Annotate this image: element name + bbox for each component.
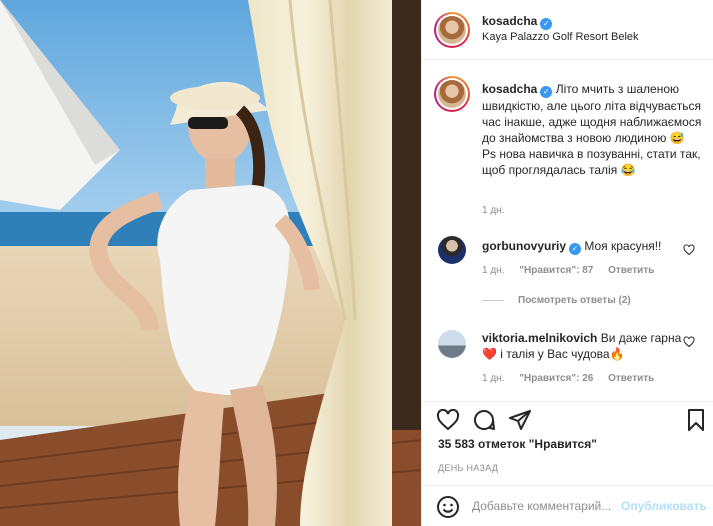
comment-time[interactable]: 1 дн. — [482, 373, 504, 384]
comment-text-block: viktoria.melnikovich Ви даже гарна❤️ і т… — [482, 330, 682, 362]
post-detail-panel: kosadcha ✓ Kaya Palazzo Golf Resort Belek… — [421, 0, 713, 526]
view-replies-label: Посмотреть ответы (2) — [518, 295, 631, 306]
comment-likes[interactable]: "Нравится": 87 — [519, 265, 593, 276]
post-date[interactable]: ДЕНЬ НАЗАД — [438, 463, 498, 473]
author-avatar[interactable] — [434, 12, 470, 48]
add-comment-bar: Опубликовать — [422, 485, 713, 526]
comment-reply-button[interactable]: Ответить — [608, 265, 654, 276]
share-icon[interactable] — [508, 408, 532, 432]
comment-icon[interactable] — [472, 408, 496, 432]
comment-like-heart-icon[interactable] — [683, 244, 695, 256]
publish-button[interactable]: Опубликовать — [621, 499, 707, 513]
caption-text-block: kosadcha ✓ Літо мчить з шаленою швидкістю… — [482, 81, 702, 178]
comment-likes[interactable]: "Нравится": 26 — [519, 373, 593, 384]
caption-username[interactable]: kosadcha — [482, 82, 537, 96]
post-actions: 35 583 отметок "Нравится" ДЕНЬ НАЗАД — [422, 401, 713, 485]
caption-time[interactable]: 1 дн. — [482, 205, 504, 216]
commenter-avatar[interactable] — [438, 330, 466, 358]
comment-username[interactable]: viktoria.melnikovich — [482, 331, 597, 345]
comment-meta: 1 дн. "Нравится": 87 Ответить — [482, 265, 654, 276]
author-name-row: kosadcha ✓ — [482, 14, 553, 30]
emoji-icon[interactable] — [436, 495, 460, 519]
post-location[interactable]: Kaya Palazzo Golf Resort Belek — [482, 31, 639, 43]
post-header: kosadcha ✓ Kaya Palazzo Golf Resort Belek — [422, 0, 713, 60]
comment-text-block: gorbunovyuriy ✓ Моя красуня!! — [482, 238, 682, 255]
comment-time[interactable]: 1 дн. — [482, 265, 504, 276]
verified-icon: ✓ — [540, 18, 553, 30]
bookmark-icon[interactable] — [684, 408, 708, 432]
heart-icon[interactable] — [436, 408, 460, 432]
commenter-avatar[interactable] — [438, 236, 466, 264]
replies-divider — [482, 299, 504, 301]
comment-input[interactable] — [472, 496, 622, 516]
caption-avatar[interactable] — [434, 76, 470, 112]
author-username[interactable]: kosadcha — [482, 14, 537, 28]
comment-reply-button[interactable]: Ответить — [608, 373, 654, 384]
likes-count[interactable]: 35 583 отметок "Нравится" — [438, 437, 597, 451]
view-replies-button[interactable]: Посмотреть ответы (2) — [482, 295, 631, 306]
post-image — [0, 0, 421, 526]
comment-like-heart-icon[interactable] — [683, 336, 695, 348]
comment-text: Моя красуня!! — [584, 239, 662, 253]
verified-icon: ✓ — [569, 243, 582, 255]
verified-icon: ✓ — [540, 86, 553, 98]
comments-list: kosadcha ✓ Літо мчить з шаленою швидкістю… — [422, 61, 713, 401]
comment-username[interactable]: gorbunovyuriy — [482, 239, 566, 253]
caption-text-ps: Ps нова навичка в позуванні, стати так, … — [482, 147, 701, 177]
post-photo[interactable] — [0, 0, 421, 526]
comment-meta: 1 дн. "Нравится": 26 Ответить — [482, 373, 654, 384]
